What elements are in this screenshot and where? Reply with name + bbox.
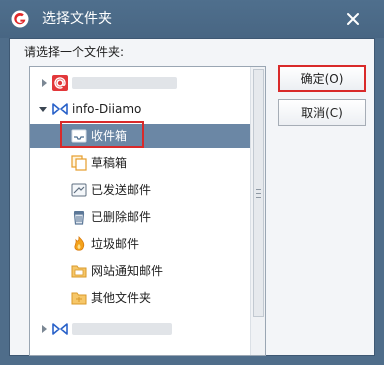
folder-label: 其他文件夹	[91, 291, 152, 305]
tree-folder-sent[interactable]: 已发送邮件	[30, 178, 251, 202]
at-mail-icon	[52, 75, 68, 91]
folder-icon	[71, 292, 87, 305]
scrollbar-thumb[interactable]	[253, 69, 264, 317]
folder-label: 垃圾邮件	[91, 237, 140, 251]
tree-account-row[interactable]	[30, 71, 251, 95]
m365-logo-icon	[52, 323, 68, 335]
tree-folder-drafts[interactable]: 草稿箱	[30, 151, 251, 175]
junk-icon	[74, 236, 85, 251]
cancel-button[interactable]: 取消(C)	[278, 99, 366, 126]
folder-label: 已删除邮件	[91, 210, 152, 224]
folder-label: 已发送邮件	[91, 183, 152, 197]
expand-arrow-icon[interactable]	[40, 325, 48, 333]
tree-folder-site-notifications[interactable]: 网站通知邮件	[30, 259, 251, 283]
close-button[interactable]	[340, 8, 366, 30]
m365-logo-icon	[52, 103, 68, 115]
tree-folder-junk[interactable]: 垃圾邮件	[30, 232, 251, 256]
tree-folder-deleted[interactable]: 已删除邮件	[30, 205, 251, 229]
foxmail-logo-icon	[11, 10, 29, 28]
dialog-title: 选择文件夹	[42, 11, 112, 27]
drafts-icon	[71, 155, 87, 171]
folder-tree[interactable]: info-Diiamo 收件箱 草稿箱 已发送邮件 已删除邮件 垃圾邮件 网站通…	[29, 66, 266, 356]
expand-arrow-icon[interactable]	[40, 79, 48, 87]
inbox-highlight-box	[60, 121, 144, 148]
select-folder-dialog: 选择文件夹 请选择一个文件夹: info-Diiamo 收件箱 草稿箱 已发送邮…	[0, 0, 384, 365]
grip-icon	[256, 188, 261, 198]
account-name-redacted	[72, 77, 177, 89]
folder-label: 草稿箱	[91, 156, 128, 170]
account-label: info-Diiamo	[72, 102, 142, 116]
notification-folder-icon	[71, 265, 87, 278]
tree-folder-other[interactable]: 其他文件夹	[30, 286, 251, 310]
dialog-body: 请选择一个文件夹: info-Diiamo 收件箱 草稿箱 已发送邮件 已删除邮…	[9, 38, 375, 356]
collapse-arrow-icon[interactable]	[39, 105, 47, 113]
tree-account-row[interactable]	[30, 317, 251, 341]
close-icon	[347, 13, 359, 25]
folder-label: 网站通知邮件	[91, 264, 164, 278]
title-bar[interactable]: 选择文件夹	[0, 0, 384, 38]
tree-account-row[interactable]: info-Diiamo	[30, 97, 251, 121]
sent-icon	[71, 183, 87, 197]
ok-button[interactable]: 确定(O)	[278, 65, 366, 92]
prompt-label: 请选择一个文件夹:	[24, 45, 125, 59]
tree-scrollbar[interactable]	[250, 67, 265, 355]
trash-icon	[73, 211, 85, 225]
account-name-redacted	[72, 323, 172, 335]
